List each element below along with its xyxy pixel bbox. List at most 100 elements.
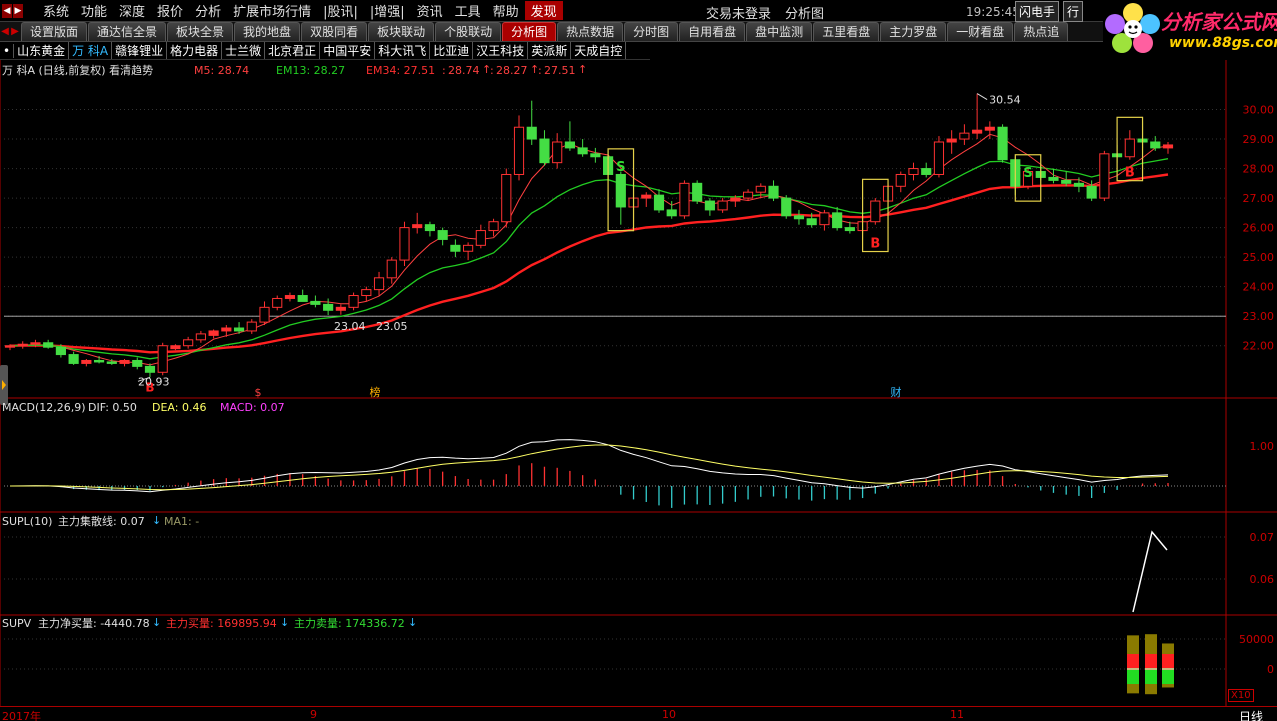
tab[interactable]: 自用看盘 xyxy=(679,22,746,41)
candle-body xyxy=(43,342,54,348)
menu-item[interactable]: 深度 xyxy=(113,1,151,20)
candle-body xyxy=(195,333,206,341)
candle-body xyxy=(373,277,385,291)
candle-body xyxy=(1099,153,1110,199)
menu-analysis-label[interactable]: 分析图 xyxy=(785,3,824,22)
menu-item[interactable]: |股讯| xyxy=(317,1,364,20)
tab[interactable]: 我的地盘 xyxy=(234,22,301,41)
menu-item[interactable]: 资讯 xyxy=(411,1,449,20)
menu-item[interactable]: |增强| xyxy=(364,1,411,20)
candle-body xyxy=(781,197,792,217)
macd-title: MACD(12,26,9) xyxy=(2,401,86,414)
tab[interactable]: 主力罗盘 xyxy=(880,22,947,41)
candle-body xyxy=(221,327,232,332)
event-marker[interactable]: 榜 xyxy=(370,385,381,399)
menu-item[interactable]: 帮助 xyxy=(487,1,525,20)
tab[interactable]: 个股联动 xyxy=(435,22,502,41)
flash-trade-button[interactable]: 闪电手 xyxy=(1015,1,1060,22)
event-marker[interactable]: $ xyxy=(255,386,262,399)
tab[interactable]: 五里看盘 xyxy=(813,22,880,41)
stock-item[interactable]: 英派斯 xyxy=(528,42,572,59)
candle-body xyxy=(653,194,665,211)
tab[interactable]: 分时图 xyxy=(624,22,679,41)
menu-item[interactable]: 报价 xyxy=(151,1,189,20)
menu-item[interactable]: 功能 xyxy=(75,1,113,20)
menu-item[interactable]: 分析 xyxy=(189,1,227,20)
event-marker[interactable]: 财 xyxy=(891,385,902,399)
zoom-indicator[interactable]: X10 xyxy=(1228,689,1254,702)
stock-item[interactable]: 北京君正 xyxy=(265,42,321,59)
period-label[interactable]: 日线 xyxy=(1239,708,1263,721)
tab[interactable]: 热点追 xyxy=(1014,22,1069,41)
candle-body xyxy=(615,173,626,208)
tab-scroll-right-icon[interactable]: ▶ xyxy=(10,23,20,41)
menu-item[interactable]: 工具 xyxy=(449,1,487,20)
tab[interactable]: 热点数据 xyxy=(557,22,624,41)
trade-status[interactable]: 交易未登录 xyxy=(706,3,771,22)
dif-line xyxy=(9,439,1169,493)
nav-forward-icon[interactable]: ▶ xyxy=(13,3,23,18)
candle-body xyxy=(819,212,830,226)
stock-item[interactable]: 万 科A xyxy=(69,42,113,59)
local-low-label: 23.05 xyxy=(376,320,408,333)
candle-body xyxy=(844,227,855,232)
candle-body xyxy=(1162,144,1174,149)
supv-net-value: 主力净买量: -4440.78 xyxy=(38,616,150,630)
supl-tick: 0.07 xyxy=(1250,531,1275,544)
tab[interactable]: 板块联动 xyxy=(368,22,435,41)
candle-body xyxy=(895,173,906,187)
stock-item[interactable]: • xyxy=(0,43,15,58)
stock-list: • 山东黄金万 科A 赣锋锂业 格力电器 士兰微 北京君正 中国平安 科大讯飞 比亚迪 汉王科技英… xyxy=(0,42,650,60)
tabs: 设置版面 通达信全景 板块全景 我的地盘 双股同看 板块联动 个股联动 分析图 热点数据 分时图自… xyxy=(20,22,1069,41)
axis-month-11: 11 xyxy=(950,708,964,721)
candle-body xyxy=(246,321,257,332)
candle-body xyxy=(450,244,461,252)
price-tick: 30.00 xyxy=(1243,104,1275,117)
candle-body xyxy=(30,342,41,345)
nav-arrows[interactable]: ◀ ▶ xyxy=(2,3,23,18)
main-chart-title: 万 科A (日线,前复权) 看清趋势 xyxy=(2,63,153,77)
tab[interactable]: 分析图 xyxy=(502,22,557,41)
candle-body xyxy=(577,147,588,155)
tab[interactable]: 板块全景 xyxy=(167,22,234,41)
stock-item[interactable]: 士兰微 xyxy=(222,42,266,59)
candle-body xyxy=(730,197,741,202)
chart-area[interactable]: BSBS B 30.0029.0028.0027.0026.0025.0024.0… xyxy=(0,60,1277,706)
candle-body xyxy=(1048,176,1059,181)
candle-body xyxy=(272,297,283,308)
quote-button[interactable]: 行 xyxy=(1063,1,1084,22)
price-tick: 28.00 xyxy=(1243,163,1275,176)
tab[interactable]: 一财看盘 xyxy=(947,22,1014,41)
stock-item[interactable]: 格力电器 xyxy=(167,42,223,59)
stock-item[interactable]: 天成自控 xyxy=(571,42,627,59)
time-axis: 2017年 9 10 11 日线 xyxy=(0,706,1277,721)
supv-tick: 50000 xyxy=(1239,633,1274,646)
tab-scroll-left-icon[interactable]: ◀ xyxy=(0,23,10,41)
tab[interactable]: 双股同看 xyxy=(301,22,368,41)
macd-value: MACD: 0.07 xyxy=(220,401,285,414)
stock-item[interactable]: 科大讯飞 xyxy=(375,42,431,59)
tab[interactable]: 设置版面 xyxy=(21,22,88,41)
stock-item[interactable]: 中国平安 xyxy=(320,42,376,59)
stock-item[interactable]: 山东黄金 xyxy=(14,42,70,59)
down-arrow-icon: ↓ xyxy=(280,616,289,629)
candle-body xyxy=(717,200,728,211)
menu-item[interactable]: 扩展市场行情 xyxy=(227,1,317,20)
candle-body xyxy=(526,126,537,140)
stock-item[interactable]: 汉王科技 xyxy=(473,42,529,59)
brand-logo: 分析家公式网 www.88gs.com xyxy=(1103,0,1277,60)
menu-item[interactable]: 发现 xyxy=(524,1,563,20)
tab[interactable]: 通达信全景 xyxy=(88,22,167,41)
price-tick: 25.00 xyxy=(1243,251,1275,264)
nav-back-icon[interactable]: ◀ xyxy=(2,3,12,18)
candle-body xyxy=(666,209,677,217)
candle-body xyxy=(170,345,181,350)
stock-item[interactable]: 赣锋锂业 xyxy=(112,42,168,59)
supl-title: SUPL(10) xyxy=(2,515,52,528)
sell-signal-mark: S xyxy=(616,160,625,175)
supl-tick: 0.06 xyxy=(1250,573,1275,586)
stock-item[interactable]: 比亚迪 xyxy=(430,42,474,59)
tab[interactable]: 盘中监测 xyxy=(746,22,813,41)
menu-item[interactable]: 系统 xyxy=(37,1,75,20)
high-price-label: 30.54 xyxy=(989,94,1021,107)
